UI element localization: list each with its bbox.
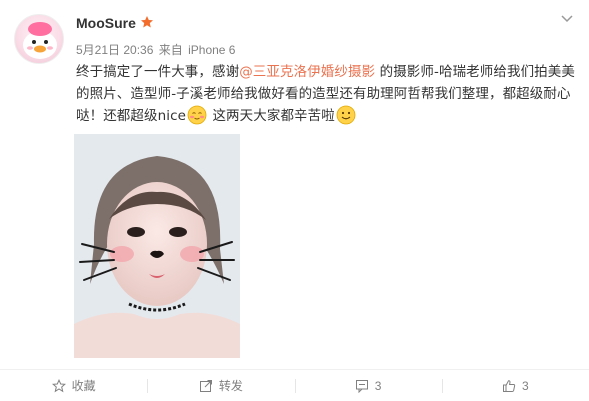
vip-star-icon[interactable] [140, 15, 154, 29]
mention-link[interactable]: @三亚克洛伊婚纱摄影 [239, 64, 375, 80]
repost-label: 转发 [218, 379, 243, 393]
weibo-post-card: MooSure 5月21日 20:36 来自 iPhone 6 终于搞定了一件大… [0, 0, 589, 401]
like-count: 3 [522, 378, 529, 393]
post-text-part1: 终于搞定了一件大事，感谢 [76, 64, 240, 80]
photo-thumbnail[interactable] [74, 134, 240, 358]
blush-emoji-icon [187, 105, 207, 125]
comment-button[interactable]: 3 [294, 370, 442, 401]
post-text-part3: 这两天大家都辛苦啦 [208, 108, 335, 124]
star-outline-icon [51, 378, 66, 392]
comment-icon [355, 379, 368, 393]
smile-emoji-icon [336, 105, 356, 125]
favorite-button[interactable]: 收藏 [0, 370, 147, 401]
like-button[interactable]: 3 [441, 370, 589, 401]
comment-count: 3 [374, 378, 382, 393]
thumbs-up-icon [503, 379, 516, 392]
post-source-device[interactable]: iPhone 6 [188, 43, 235, 57]
repost-icon [199, 379, 212, 392]
username[interactable]: MooSure [76, 15, 136, 31]
user-avatar[interactable] [14, 14, 64, 64]
post-action-bar: 收藏 转发 3 3 [0, 369, 589, 401]
via-prefix: 来自 [158, 43, 183, 57]
repost-button[interactable]: 转发 [147, 370, 294, 401]
favorite-label: 收藏 [71, 379, 96, 393]
post-timestamp[interactable]: 5月21日 20:36 [76, 43, 153, 57]
post-meta: 5月21日 20:36 来自 iPhone 6 [76, 41, 235, 58]
chevron-down-icon[interactable] [560, 14, 574, 24]
post-text: 终于搞定了一件大事，感谢@三亚克洛伊婚纱摄影 的摄影师-哈瑞老师给我们拍美美的照… [76, 61, 581, 127]
